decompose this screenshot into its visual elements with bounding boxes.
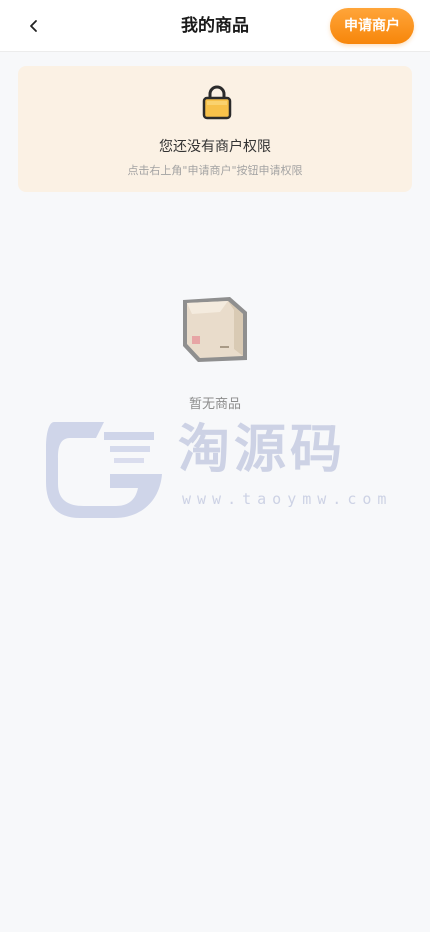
permission-notice-card: 您还没有商户权限 点击右上角"申请商户"按钮申请权限 bbox=[18, 66, 412, 192]
chevron-left-icon bbox=[30, 20, 37, 32]
lock-icon bbox=[202, 85, 232, 120]
empty-state-text: 暂无商品 bbox=[188, 397, 241, 412]
back-button[interactable] bbox=[20, 12, 48, 40]
top-nav-bar: 我的商品 申请商户 bbox=[0, 0, 430, 52]
watermark-text: 淘源码 bbox=[178, 420, 347, 480]
watermark: 淘源码 www.taoymw.com bbox=[44, 418, 394, 522]
apply-merchant-button[interactable]: 申请商户 bbox=[330, 8, 414, 44]
watermark-url: www.taoymw.com bbox=[182, 490, 393, 508]
notice-subtitle: 点击右上角"申请商户"按钮申请权限 bbox=[127, 164, 303, 177]
box-icon bbox=[183, 297, 247, 362]
notice-title: 您还没有商户权限 bbox=[159, 139, 271, 155]
watermark-logo-icon bbox=[46, 422, 162, 518]
